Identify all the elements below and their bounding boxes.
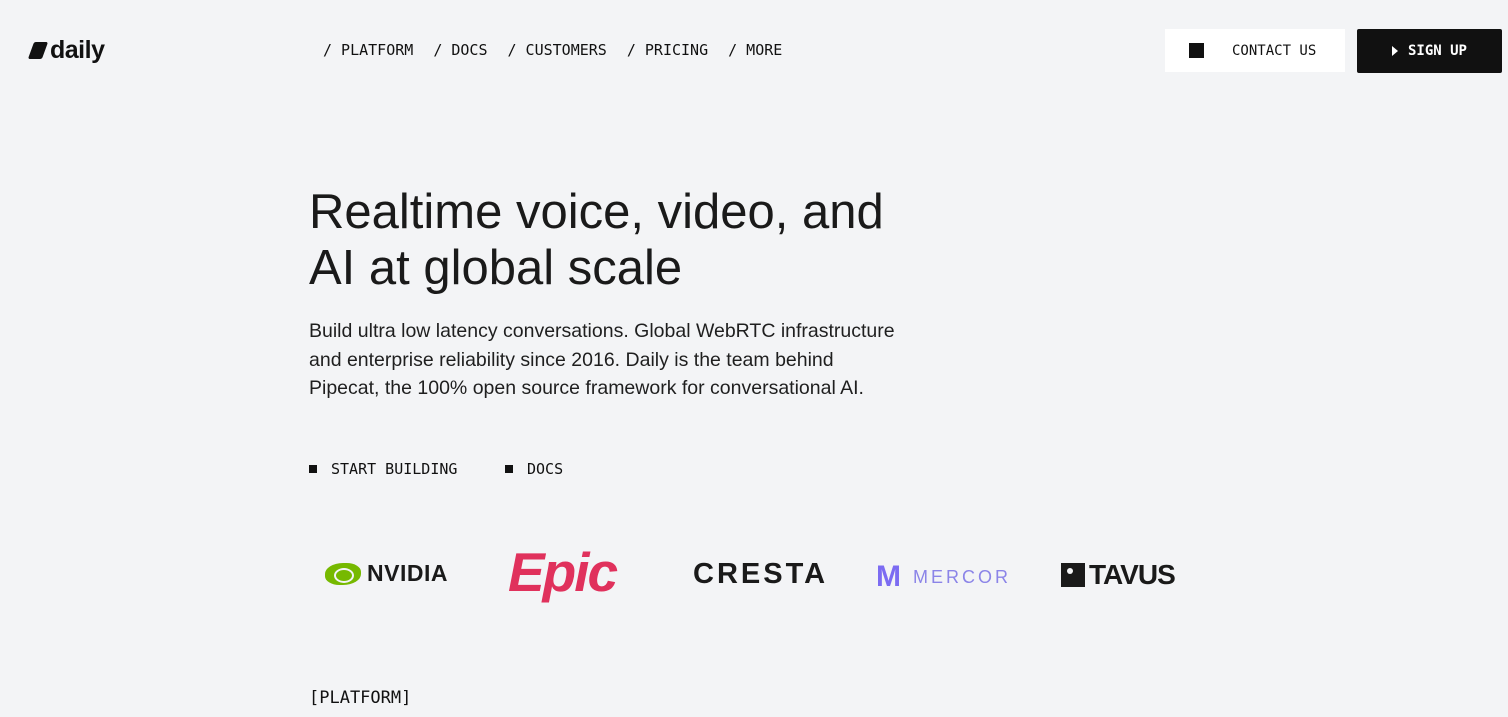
square-bullet-icon [309, 465, 317, 473]
hero-subtitle: Build ultra low latency conversations. G… [309, 320, 895, 399]
daily-logo-icon [27, 42, 49, 59]
play-triangle-icon [1391, 46, 1398, 56]
nav-item-customers[interactable]: / CUSTOMERS [508, 41, 607, 59]
mercor-logo: M MERCOR [876, 560, 1011, 593]
docs-label: DOCS [527, 460, 564, 478]
daily-logo[interactable]: daily [27, 36, 105, 65]
sign-up-label: SIGN UP [1407, 43, 1467, 59]
contact-us-button[interactable]: CONTACT US [1165, 29, 1345, 72]
nvidia-logo: NVIDIA [325, 560, 448, 587]
docs-link[interactable]: DOCS [505, 460, 563, 478]
hero-title-line-1: Realtime voice, video, and [309, 185, 884, 239]
main-nav: / PLATFORM / DOCS / CUSTOMERS / PRICING … [323, 41, 782, 59]
brand-name: daily [50, 36, 105, 64]
nav-item-docs[interactable]: / DOCS [433, 41, 487, 59]
start-building-link[interactable]: START BUILDING [309, 460, 457, 478]
tavus-mark-icon [1061, 563, 1085, 587]
nvidia-eye-icon [325, 562, 361, 585]
nav-item-platform[interactable]: / PLATFORM [323, 41, 413, 59]
epic-logo: Epic [508, 541, 618, 603]
hero-title-line-2: AI at global scale [309, 241, 683, 295]
platform-section-label: [PLATFORM] [309, 688, 412, 708]
mercor-m-icon: M [876, 560, 901, 593]
nav-item-pricing[interactable]: / PRICING [627, 41, 708, 59]
start-building-label: START BUILDING [331, 460, 458, 478]
nav-item-more[interactable]: / MORE [728, 41, 782, 59]
square-bullet-icon [505, 465, 513, 473]
contact-us-label: CONTACT US [1232, 42, 1317, 59]
cresta-logo: CRESTA [693, 558, 829, 590]
sign-up-button[interactable]: SIGN UP [1357, 29, 1502, 73]
tavus-logo: TAVUS [1061, 559, 1176, 591]
square-icon [1189, 43, 1204, 58]
hero-title: Realtime voice, video, and AI at global … [309, 184, 949, 296]
